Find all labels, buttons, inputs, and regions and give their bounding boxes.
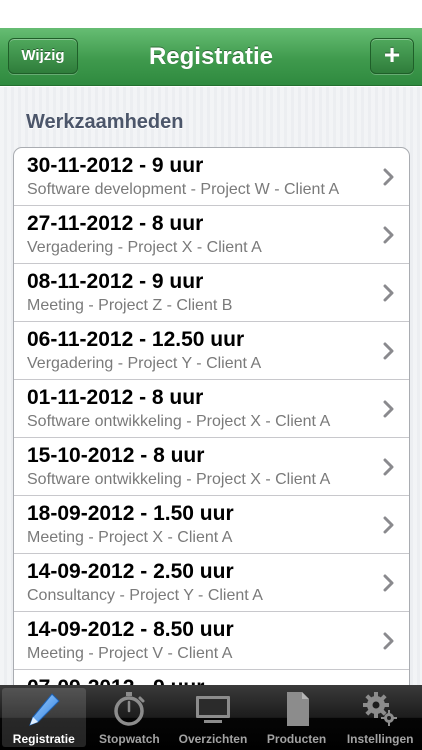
pencil-icon [28, 693, 60, 726]
entry-title: 14-09-2012 - 8.50 uur [27, 618, 234, 641]
entry-title: 06-11-2012 - 12.50 uur [27, 328, 245, 351]
entries-list: 30-11-2012 - 9 uur Software development … [13, 147, 410, 685]
tab-overzichten[interactable]: Overzichten [171, 685, 255, 750]
table-row[interactable]: 18-09-2012 - 1.50 uur Meeting - Project … [14, 496, 409, 554]
entry-subtitle: Meeting - Project V - Client A [27, 645, 233, 662]
gear-icon [363, 692, 398, 726]
entry-subtitle: Vergadering - Project Y - Client A [27, 355, 262, 372]
table-row[interactable]: 07-09-2012 - 9 uur [14, 670, 409, 685]
tab-label: Registratie [12, 732, 75, 746]
table-row[interactable]: 06-11-2012 - 12.50 uur Vergadering - Pro… [14, 322, 409, 380]
chevron-right-icon [383, 226, 394, 244]
navigation-bar: Wijzig Registratie + [0, 28, 422, 86]
chevron-right-icon [383, 168, 394, 186]
document-icon [286, 692, 309, 726]
monitor-icon [195, 696, 230, 723]
chevron-right-icon [383, 342, 394, 360]
table-row[interactable]: 14-09-2012 - 8.50 uur Meeting - Project … [14, 612, 409, 670]
entry-subtitle: Software ontwikkeling - Project X - Clie… [27, 413, 331, 430]
entry-subtitle: Software ontwikkeling - Project X - Clie… [27, 471, 331, 488]
entry-title: 30-11-2012 - 9 uur [27, 154, 204, 177]
entry-subtitle: Vergadering - Project X - Client A [27, 239, 262, 256]
tab-producten[interactable]: Producten [255, 685, 339, 750]
entry-title: 14-09-2012 - 2.50 uur [27, 560, 234, 583]
chevron-right-icon [383, 574, 394, 592]
add-button[interactable]: + [370, 38, 414, 74]
chevron-right-icon [383, 284, 394, 302]
entry-title: 27-11-2012 - 8 uur [27, 212, 204, 235]
tab-label: Producten [266, 732, 327, 746]
tab-registratie[interactable]: Registratie [2, 688, 86, 747]
entry-title: 18-09-2012 - 1.50 uur [27, 502, 234, 525]
tab-stopwatch[interactable]: Stopwatch [88, 685, 172, 750]
page-title: Registratie [148, 43, 274, 70]
table-row[interactable]: 01-11-2012 - 8 uur Software ontwikkeling… [14, 380, 409, 438]
stopwatch-icon [114, 692, 145, 726]
entry-title: 08-11-2012 - 9 uur [27, 270, 204, 293]
chevron-right-icon [383, 632, 394, 650]
tab-bar: Registratie Stopwatch Overzichten Produc… [0, 685, 422, 750]
table-row[interactable]: 15-10-2012 - 8 uur Software ontwikkeling… [14, 438, 409, 496]
entry-subtitle: Meeting - Project Z - Client B [27, 297, 233, 314]
tab-label: Stopwatch [99, 732, 160, 746]
chevron-right-icon [383, 400, 394, 418]
content-area[interactable]: Werkzaamheden 30-11-2012 - 9 uur Softwar… [0, 87, 422, 685]
chevron-right-icon [383, 516, 394, 534]
entry-title: 07-09-2012 - 9 uur [27, 676, 369, 685]
entry-subtitle: Meeting - Project X - Client A [27, 529, 233, 546]
entry-title: 15-10-2012 - 8 uur [27, 444, 205, 467]
table-row[interactable]: 08-11-2012 - 9 uur Meeting - Project Z -… [14, 264, 409, 322]
entry-title: 01-11-2012 - 8 uur [27, 386, 204, 409]
tab-label: Overzichten [178, 732, 248, 746]
entry-subtitle: Software development - Project W - Clien… [27, 181, 340, 198]
section-header: Werkzaamheden [26, 111, 184, 133]
table-row[interactable]: 27-11-2012 - 8 uur Vergadering - Project… [14, 206, 409, 264]
table-row[interactable]: 14-09-2012 - 2.50 uur Consultancy - Proj… [14, 554, 409, 612]
entry-subtitle: Consultancy - Project Y - Client A [27, 587, 263, 604]
chevron-right-icon [383, 458, 394, 476]
table-row[interactable]: 30-11-2012 - 9 uur Software development … [14, 148, 409, 206]
tab-instellingen[interactable]: Instellingen [338, 685, 422, 750]
status-bar [0, 0, 422, 28]
tab-label: Instellingen [346, 732, 414, 746]
